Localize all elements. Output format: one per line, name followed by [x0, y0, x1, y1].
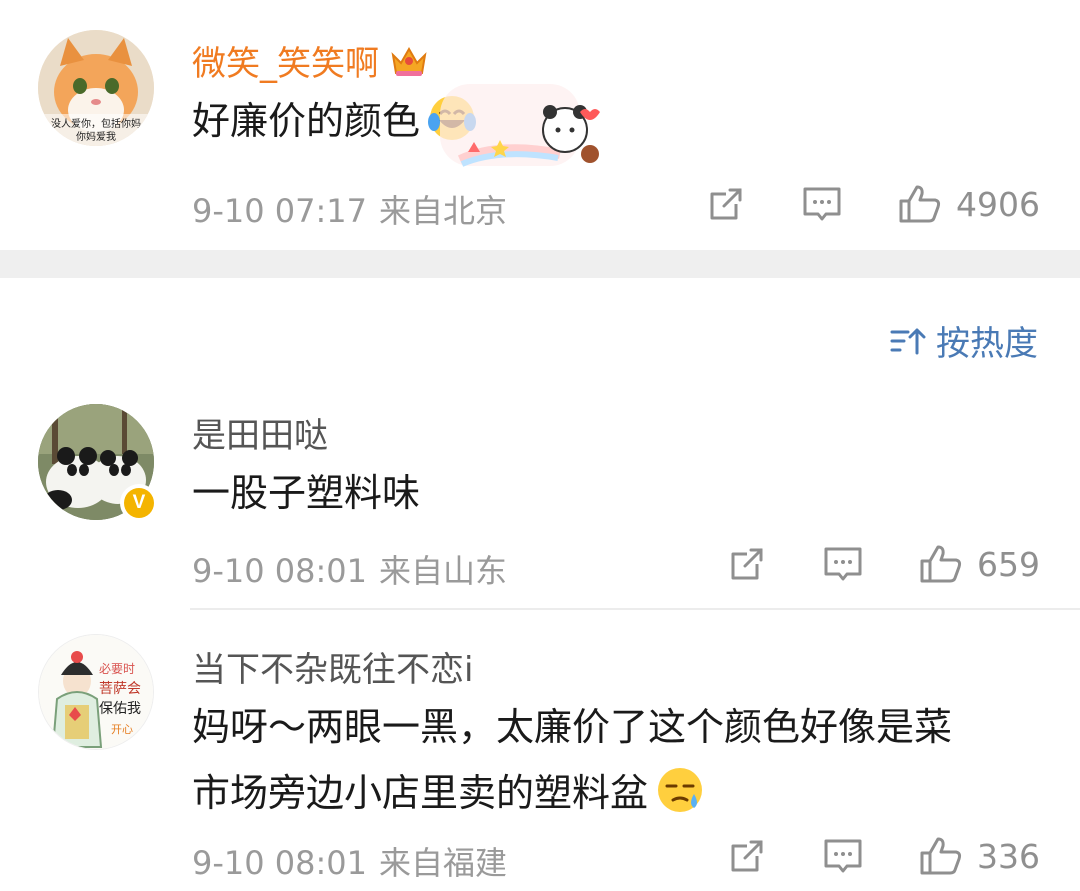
guanyin-avatar-image: 必要时 菩萨会 保佑我 开心 — [39, 635, 153, 749]
comment-item: 必要时 菩萨会 保佑我 开心 当下不杂既往不恋i 妈呀～两眼一黑，太廉价了这个颜… — [0, 630, 1080, 891]
comment-meta: 9-10 08:01 来自福建 — [192, 838, 507, 884]
username[interactable]: 当下不杂既往不恋i — [192, 642, 473, 691]
share-button[interactable] — [727, 836, 767, 876]
sort-toggle[interactable]: 按热度 — [890, 316, 1038, 365]
share-icon — [710, 188, 742, 220]
svg-text:菩萨会: 菩萨会 — [99, 681, 141, 697]
comment-actions: 336 — [727, 836, 1040, 876]
thumbs-up-icon — [920, 837, 962, 875]
comment-location: 来自福建 — [379, 844, 508, 882]
comment-text: 好廉价的颜色 — [192, 88, 478, 154]
sort-label[interactable]: 按热度 — [936, 316, 1038, 365]
thumbs-up-icon — [899, 185, 941, 223]
comment-text: 一股子塑料味 — [192, 471, 421, 515]
comment-date: 9-10 08:01 — [192, 552, 368, 590]
comment-actions: 4906 — [706, 184, 1040, 224]
comment-item: V 是田田哒 一股子塑料味 9-10 08:01 来自山东 659 — [0, 400, 1080, 608]
comment-actions: 659 — [727, 544, 1040, 584]
comment-text: 妈呀～两眼一黑，太廉价了这个颜色好像是菜 市场旁边小店里卖的塑料盆 — [192, 694, 952, 826]
comment-text-line: 市场旁边小店里卖的塑料盆 — [192, 760, 952, 826]
username[interactable]: 微笑_笑笑啊 — [192, 36, 429, 85]
avatar[interactable]: 必要时 菩萨会 保佑我 开心 — [38, 634, 154, 750]
like-count: 659 — [977, 544, 1040, 584]
comment-icon — [803, 187, 841, 221]
comment-date: 9-10 07:17 — [192, 192, 368, 230]
comment-icon — [824, 839, 862, 873]
share-icon — [731, 548, 763, 580]
svg-text:保佑我: 保佑我 — [99, 701, 141, 717]
like-count: 336 — [977, 836, 1040, 876]
reply-button[interactable] — [802, 184, 842, 224]
panda-sticker-icon — [440, 84, 600, 167]
svg-text:开心: 开心 — [111, 723, 133, 736]
like-button[interactable]: 336 — [919, 836, 1040, 876]
verified-badge: V — [120, 484, 158, 522]
svg-text:没人爱你，包括你妈: 没人爱你，包括你妈 — [51, 117, 141, 130]
comment-meta: 9-10 08:01 来自山东 — [192, 546, 507, 592]
comment-icon — [824, 547, 862, 581]
sweat-emoji-icon — [658, 768, 703, 812]
comment-divider — [190, 608, 1080, 610]
reply-button[interactable] — [823, 544, 863, 584]
share-button[interactable] — [706, 184, 746, 224]
section-divider — [0, 250, 1080, 278]
comment-location: 来自山东 — [379, 552, 508, 590]
like-button[interactable]: 659 — [919, 544, 1040, 584]
svg-text:你妈爱我: 你妈爱我 — [76, 130, 116, 143]
like-count: 4906 — [956, 184, 1040, 224]
like-button[interactable]: 4906 — [898, 184, 1040, 224]
comment-location: 来自北京 — [379, 192, 508, 230]
share-icon — [731, 840, 763, 872]
comment-item: 没人爱你，包括你妈 你妈爱我 微笑_笑笑啊 好廉价的颜色 9-10 07:17 … — [0, 0, 1080, 250]
username[interactable]: 是田田哒 — [192, 408, 328, 457]
thumbs-up-icon — [920, 545, 962, 583]
avatar[interactable]: 没人爱你，包括你妈 你妈爱我 — [38, 30, 154, 146]
cat-avatar-image: 没人爱你，包括你妈 你妈爱我 — [38, 30, 154, 146]
comment-date: 9-10 08:01 — [192, 844, 368, 882]
verified-v-icon: V — [124, 488, 154, 518]
vip-crown-icon — [391, 46, 427, 76]
comment-meta: 9-10 07:17 来自北京 — [192, 186, 507, 232]
svg-text:必要时: 必要时 — [99, 662, 135, 676]
reply-button[interactable] — [823, 836, 863, 876]
comment-text-line: 妈呀～两眼一黑，太廉价了这个颜色好像是菜 — [192, 705, 953, 749]
sort-icon — [890, 328, 926, 354]
share-button[interactable] — [727, 544, 767, 584]
